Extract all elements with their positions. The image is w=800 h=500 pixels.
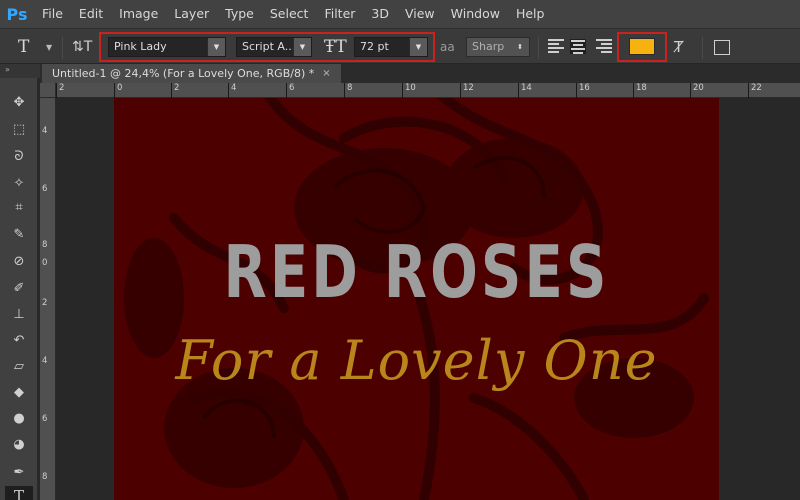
chevron-updown-icon: ⬍ [511, 38, 529, 56]
photoshop-logo: Ps [6, 4, 28, 24]
chevron-down-icon: ▼ [207, 38, 225, 56]
align-right-icon[interactable] [596, 39, 612, 54]
separator [62, 37, 63, 59]
document-tab-bar: Untitled-1 @ 24,4% (For a Lovely One, RG… [40, 64, 800, 83]
ruler-tick: 22 [748, 83, 762, 98]
chevron-down-icon: ▼ [409, 38, 427, 56]
ruler-tick: 2 [56, 83, 64, 98]
menu-3d[interactable]: 3D [363, 0, 397, 28]
antialias-icon: aa [440, 40, 455, 54]
align-center-icon[interactable] [570, 39, 586, 54]
type-tool-icon[interactable]: T [5, 486, 33, 500]
move-tool-icon[interactable]: ✥ [9, 92, 29, 112]
font-style-select[interactable]: Script A... ▼ [236, 37, 312, 57]
marquee-tool-icon[interactable]: ⬚ [9, 119, 29, 139]
document-tab-title: Untitled-1 @ 24,4% (For a Lovely One, RG… [52, 67, 315, 80]
ruler-tick: 12 [460, 83, 474, 98]
menu-file[interactable]: File [34, 0, 71, 28]
font-family-select[interactable]: Pink Lady ▼ [108, 37, 226, 57]
menu-help[interactable]: Help [508, 0, 553, 28]
tool-preset-caret-icon[interactable]: ▼ [46, 29, 52, 65]
ruler-tick: 8 [42, 240, 48, 250]
dodge-tool-icon[interactable]: ◕ [9, 434, 29, 454]
ruler-tick: 6 [286, 83, 294, 98]
ruler-tick: 2 [171, 83, 179, 98]
close-icon[interactable]: × [322, 64, 330, 83]
blur-tool-icon[interactable]: ● [9, 408, 29, 428]
align-left-icon[interactable] [548, 39, 564, 54]
text-color-swatch[interactable] [629, 38, 655, 55]
pen-tool-icon[interactable]: ✒ [9, 462, 29, 482]
ruler-tick: 4 [42, 126, 48, 136]
font-family-value: Pink Lady [114, 40, 167, 53]
type-tool-icon[interactable]: T [18, 29, 29, 65]
warp-text-icon[interactable]: Ⱦ [674, 29, 683, 65]
history-brush-icon[interactable]: ↶ [9, 330, 29, 350]
ruler-tick: 20 [690, 83, 704, 98]
menu-view[interactable]: View [397, 0, 443, 28]
lasso-tool-icon[interactable]: ᘐ [9, 146, 29, 166]
font-size-icon: ŦT [324, 37, 347, 57]
menu-select[interactable]: Select [262, 0, 317, 28]
brush-tool-icon[interactable]: ✐ [9, 278, 29, 298]
headline-text[interactable]: RED ROSES [181, 236, 653, 308]
ruler-tick: 10 [402, 83, 416, 98]
tools-panel: ✥ ⬚ ᘐ ✧ ⌗ ✎ ⊘ ✐ ⊥ ↶ ▱ ◆ ● ◕ ✒ T [0, 78, 38, 500]
menu-window[interactable]: Window [443, 0, 508, 28]
menu-bar: Ps File Edit Image Layer Type Select Fil… [0, 0, 800, 28]
menu-edit[interactable]: Edit [71, 0, 111, 28]
paint-bucket-icon[interactable]: ◆ [9, 382, 29, 402]
antialias-select[interactable]: Sharp ⬍ [466, 37, 530, 57]
chevron-down-icon: ▼ [293, 38, 311, 56]
character-panel-icon[interactable] [714, 40, 730, 55]
antialias-value: Sharp [472, 40, 505, 53]
ruler-tick: 8 [42, 472, 48, 482]
ruler-tick: 2 [42, 298, 48, 308]
panel-collapse-arrows-icon[interactable]: » [0, 64, 40, 78]
ruler-origin[interactable] [40, 83, 56, 98]
separator [702, 37, 703, 59]
font-size-value: 72 pt [360, 40, 389, 53]
ruler-tick: 16 [576, 83, 590, 98]
horizontal-ruler[interactable]: 2 0 2 4 6 8 10 12 14 16 18 20 22 [56, 83, 800, 98]
font-size-select[interactable]: 72 pt ▼ [354, 37, 428, 57]
ruler-tick: 8 [344, 83, 352, 98]
menu-filter[interactable]: Filter [316, 0, 363, 28]
menu-type[interactable]: Type [217, 0, 262, 28]
font-style-value: Script A... [242, 40, 296, 53]
ruler-tick: 0 [42, 258, 48, 268]
document-tab[interactable]: Untitled-1 @ 24,4% (For a Lovely One, RG… [42, 64, 341, 83]
magic-wand-icon[interactable]: ✧ [9, 173, 29, 193]
eraser-icon[interactable]: ▱ [9, 356, 29, 376]
separator [538, 37, 539, 59]
ruler-tick: 6 [42, 414, 48, 424]
ruler-tick: 6 [42, 184, 48, 194]
ruler-tick: 0 [114, 83, 122, 98]
options-bar: T ▼ ⇅T Pink Lady ▼ Script A... ▼ ŦT 72 p… [0, 28, 800, 64]
ruler-tick: 4 [228, 83, 236, 98]
eyedropper-icon[interactable]: ✎ [9, 224, 29, 244]
subline-text[interactable]: For a Lovely One [114, 334, 719, 388]
healing-brush-icon[interactable]: ⊘ [9, 251, 29, 271]
text-orientation-icon[interactable]: ⇅T [72, 29, 92, 65]
ruler-tick: 4 [42, 356, 48, 366]
vertical-ruler[interactable]: 4 6 8 0 2 4 6 8 [40, 98, 56, 500]
menu-image[interactable]: Image [111, 0, 166, 28]
ruler-tick: 18 [633, 83, 647, 98]
crop-tool-icon[interactable]: ⌗ [9, 197, 29, 217]
menu-layer[interactable]: Layer [166, 0, 217, 28]
document-canvas[interactable]: RED ROSES For a Lovely One [114, 98, 719, 500]
ruler-tick: 14 [518, 83, 532, 98]
clone-stamp-icon[interactable]: ⊥ [9, 304, 29, 324]
